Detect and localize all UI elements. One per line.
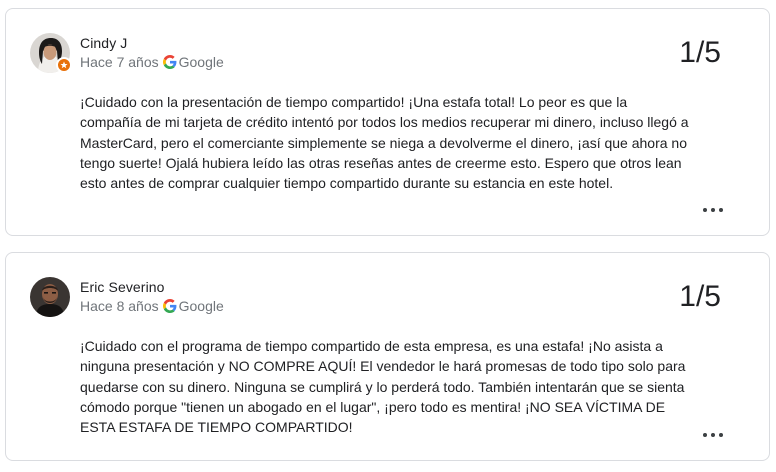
dot — [719, 433, 723, 437]
review-source: Google — [178, 298, 224, 314]
google-g-icon — [162, 55, 177, 69]
dot — [703, 433, 707, 437]
review-meta: Hace 8 años Google — [80, 298, 224, 314]
review-source: Google — [178, 54, 224, 70]
review-text: ¡Cuidado con la presentación de tiempo c… — [80, 94, 689, 192]
dot — [711, 433, 715, 437]
review-time: Hace 8 años — [80, 298, 159, 314]
review-meta: Hace 7 años Google — [80, 54, 224, 70]
dot — [711, 208, 715, 212]
dot — [719, 208, 723, 212]
avatar[interactable] — [30, 277, 70, 317]
more-options-icon[interactable] — [703, 206, 723, 214]
review-rating: 1/5 — [679, 280, 721, 313]
reviewer-name[interactable]: Eric Severino — [80, 279, 165, 295]
review-text: ¡Cuidado con el programa de tiempo compa… — [80, 338, 686, 436]
review-time: Hace 7 años — [80, 54, 159, 70]
google-g-icon — [162, 299, 177, 313]
review-card: Cindy J Hace 7 años Google 1/5 ¡Cuidado … — [5, 8, 770, 236]
review-rating: 1/5 — [679, 36, 721, 69]
reviewer-name[interactable]: Cindy J — [80, 35, 127, 51]
more-options-icon[interactable] — [703, 431, 723, 439]
dot — [703, 208, 707, 212]
local-guide-badge-icon — [56, 57, 72, 73]
review-card: Eric Severino Hace 8 años Google 1/5 ¡Cu… — [5, 252, 770, 461]
